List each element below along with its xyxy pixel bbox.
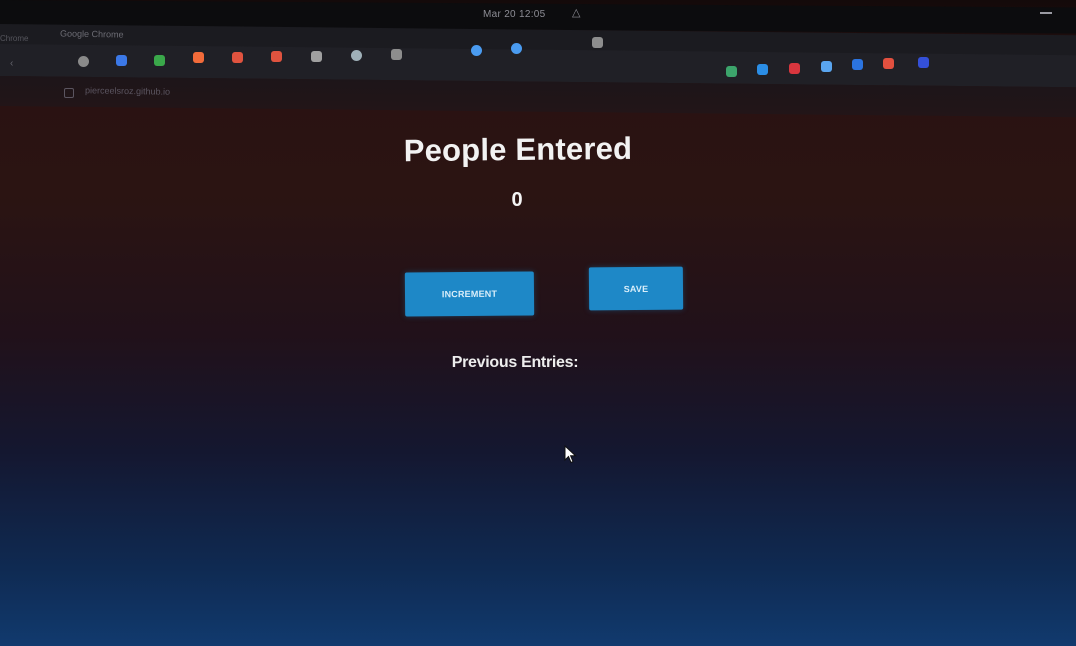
gc-icon[interactable] bbox=[311, 51, 322, 62]
shield-icon[interactable] bbox=[757, 64, 768, 75]
back-icon[interactable]: ‹ bbox=[10, 58, 13, 69]
docs-icon[interactable] bbox=[116, 55, 127, 66]
mail-icon[interactable] bbox=[271, 51, 282, 62]
cloud-icon[interactable] bbox=[471, 45, 482, 56]
browser-tab-previous[interactable]: Chrome bbox=[0, 34, 28, 43]
cloud-icon[interactable] bbox=[511, 43, 522, 54]
warning-icon[interactable] bbox=[789, 63, 800, 74]
slides-icon[interactable] bbox=[193, 52, 204, 63]
address-bar-url[interactable]: pierceelsroz.github.io bbox=[85, 85, 170, 96]
globe-icon[interactable] bbox=[351, 50, 362, 61]
page-title: People Entered bbox=[403, 130, 633, 169]
minimize-icon[interactable] bbox=[1040, 12, 1052, 14]
people-count: 0 bbox=[511, 189, 523, 211]
site-info-icon[interactable] bbox=[64, 88, 74, 98]
browser-tab-title[interactable]: Google Chrome bbox=[60, 28, 124, 39]
increment-button[interactable]: INCREMENT bbox=[404, 271, 535, 317]
previous-entries-label: Previous Entries: bbox=[451, 354, 579, 371]
bell-icon[interactable]: △ bbox=[572, 6, 580, 19]
mouse-cursor-icon bbox=[564, 444, 578, 470]
os-clock[interactable]: Mar 20 12:05 bbox=[483, 9, 546, 20]
mail-icon[interactable] bbox=[232, 52, 243, 63]
a-icon[interactable] bbox=[883, 58, 894, 69]
feather-icon[interactable] bbox=[821, 61, 832, 72]
pen-icon[interactable] bbox=[592, 37, 603, 48]
edit-icon[interactable] bbox=[391, 49, 402, 60]
chat-icon[interactable] bbox=[918, 57, 929, 68]
e-icon[interactable] bbox=[852, 59, 863, 70]
chrome-icon[interactable] bbox=[78, 56, 89, 67]
leaf-icon[interactable] bbox=[154, 55, 165, 66]
save-button[interactable]: SAVE bbox=[588, 266, 684, 311]
rocket-icon[interactable] bbox=[726, 66, 737, 77]
